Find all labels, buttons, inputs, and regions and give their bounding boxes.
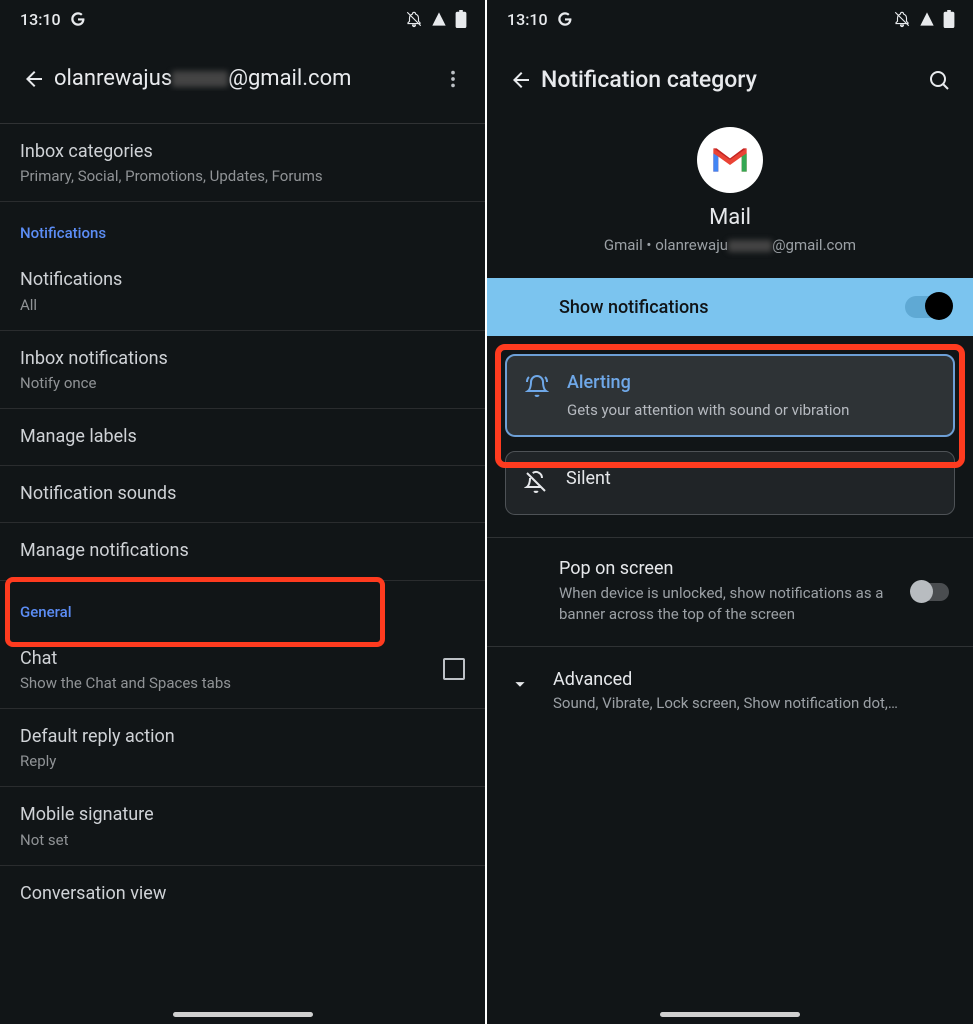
- app-header: Mail Gmail • olanrewaju@gmail.com: [487, 117, 973, 278]
- option-title: Alerting: [567, 372, 849, 393]
- top-bar: Notification category: [487, 38, 973, 117]
- notifications-off-icon: [893, 10, 911, 28]
- svg-text:x: x: [442, 13, 445, 19]
- chat-checkbox[interactable]: [443, 658, 465, 680]
- signal-icon: [919, 11, 935, 27]
- option-title: Silent: [566, 468, 611, 489]
- row-pop-on-screen[interactable]: Pop on screen When device is unlocked, s…: [487, 538, 973, 646]
- redacted-text: [728, 240, 772, 252]
- row-advanced[interactable]: Advanced Sound, Vibrate, Lock screen, Sh…: [487, 647, 973, 734]
- show-notifications-toggle[interactable]: [905, 296, 949, 318]
- redacted-text: [172, 71, 228, 87]
- row-conversation-view[interactable]: Conversation view: [0, 866, 485, 922]
- row-notifications[interactable]: Notifications All: [0, 252, 485, 330]
- bell-off-icon: [524, 468, 550, 498]
- status-time: 13:10: [20, 10, 61, 29]
- left-phone-screen: 13:10 x olanrewajus@gmail.com: [0, 0, 487, 1024]
- row-default-reply[interactable]: Default reply action Reply: [0, 709, 485, 787]
- show-notifications-row[interactable]: Show notifications: [487, 278, 973, 336]
- google-icon: [556, 10, 574, 28]
- row-inbox-categories[interactable]: Inbox categories Primary, Social, Promot…: [0, 124, 485, 202]
- option-subtitle: Gets your attention with sound or vibrat…: [567, 401, 849, 419]
- status-bar: 13:10: [487, 0, 973, 38]
- section-notifications: Notifications: [0, 202, 485, 252]
- option-alerting[interactable]: Alerting Gets your attention with sound …: [505, 354, 955, 437]
- option-silent[interactable]: Silent: [505, 451, 955, 515]
- signal-icon: x: [431, 11, 447, 27]
- battery-icon: [455, 10, 467, 28]
- back-button[interactable]: [501, 68, 541, 92]
- gmail-app-icon: [697, 127, 763, 193]
- status-bar: 13:10 x: [0, 0, 485, 38]
- back-button[interactable]: [14, 67, 54, 91]
- notifications-off-icon: [405, 10, 423, 28]
- right-phone-screen: 13:10 Notification category: [487, 0, 973, 1024]
- chevron-down-icon: [505, 669, 535, 699]
- page-title: olanrewajus@gmail.com: [54, 66, 435, 91]
- search-button[interactable]: [919, 68, 959, 92]
- status-time: 13:10: [507, 10, 548, 29]
- show-notifications-label: Show notifications: [559, 297, 708, 318]
- row-notification-sounds[interactable]: Notification sounds: [0, 466, 485, 523]
- google-icon: [69, 10, 87, 28]
- app-subtitle: Gmail • olanrewaju@gmail.com: [507, 236, 953, 254]
- pop-on-screen-toggle[interactable]: [911, 583, 949, 601]
- nav-handle[interactable]: [173, 1012, 313, 1017]
- app-name: Mail: [507, 205, 953, 230]
- nav-handle[interactable]: [660, 1012, 800, 1017]
- page-title: Notification category: [541, 66, 919, 93]
- bell-ring-icon: [525, 372, 551, 402]
- row-inbox-notifications[interactable]: Inbox notifications Notify once: [0, 331, 485, 409]
- top-bar: olanrewajus@gmail.com: [0, 38, 485, 115]
- row-chat[interactable]: Chat Show the Chat and Spaces tabs: [0, 631, 485, 709]
- row-manage-labels[interactable]: Manage labels: [0, 409, 485, 466]
- battery-icon: [943, 10, 955, 28]
- section-general: General: [0, 581, 485, 631]
- row-mobile-signature[interactable]: Mobile signature Not set: [0, 787, 485, 865]
- more-button[interactable]: [435, 68, 471, 90]
- row-manage-notifications[interactable]: Manage notifications: [0, 523, 485, 580]
